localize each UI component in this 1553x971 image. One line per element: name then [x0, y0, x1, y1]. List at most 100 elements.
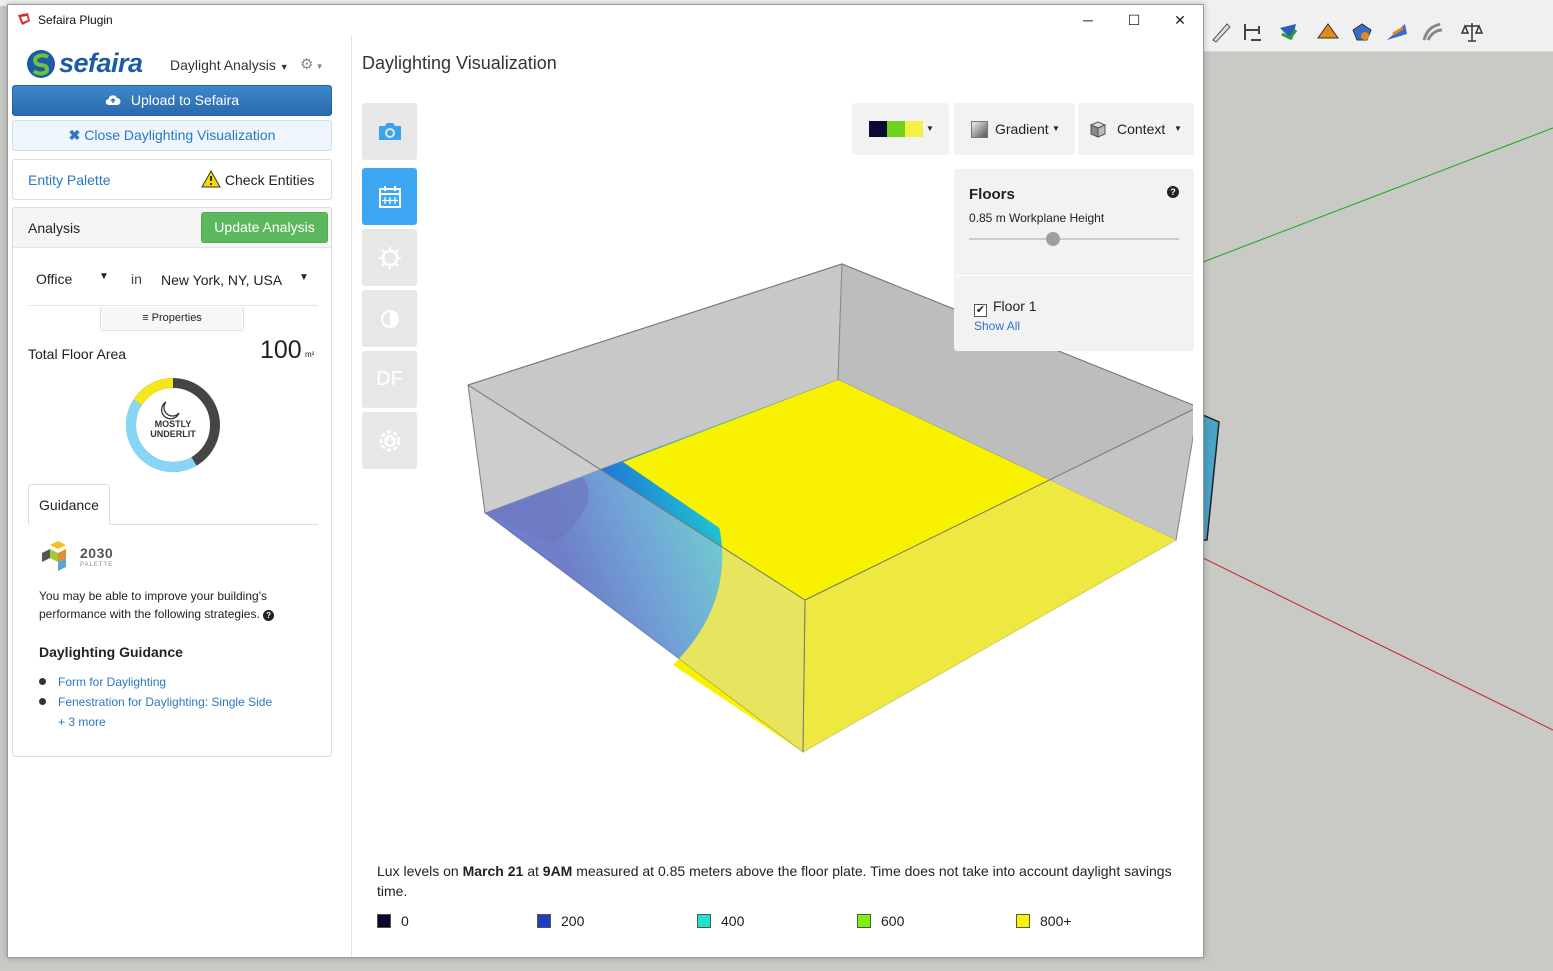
in-label: in — [131, 271, 142, 287]
gradient-dropdown[interactable]: Gradient ▼ — [954, 103, 1075, 155]
total-floor-area-label: Total Floor Area — [28, 346, 127, 362]
chevron-down-icon: ▼ — [313, 62, 324, 71]
calendar-icon — [379, 186, 401, 208]
legend-item-400: 400 — [697, 913, 744, 929]
context-dropdown[interactable]: Context ▼ — [1078, 103, 1194, 155]
floor-1-item[interactable]: ✔ Floor 1 — [974, 298, 1037, 317]
daylighting-guidance-title: Daylighting Guidance — [39, 644, 183, 660]
maximize-button[interactable]: ☐ — [1111, 5, 1157, 35]
2030-palette-logo: 2030 PALETTE — [40, 541, 120, 573]
color-scheme-dropdown[interactable]: ▼ — [852, 103, 949, 155]
more-guidance-link[interactable]: + 3 more — [58, 715, 106, 729]
daylight-status-donut: MOSTLY UNDERLIT — [123, 375, 223, 475]
properties-button[interactable]: ≡ Properties — [100, 307, 244, 331]
mode-dropdown[interactable]: Daylight Analysis ▼ — [170, 57, 289, 73]
visualization-panel: Daylighting Visualization DF ▼ Gradient … — [353, 35, 1203, 957]
help-icon[interactable]: ? — [1167, 186, 1179, 198]
close-button[interactable]: ✕ — [1157, 5, 1203, 35]
scale-balance-icon[interactable] — [1460, 20, 1484, 44]
palette-subtitle: PALETTE — [80, 562, 114, 568]
floors-panel: Floors ? 0.85 m Workplane Height ✔ Floor … — [954, 169, 1194, 351]
swatch-green — [887, 121, 905, 137]
sandbox-tool-icon[interactable] — [1316, 20, 1340, 44]
sefaira-logo-icon — [27, 50, 55, 78]
check-entities-button[interactable]: Check Entities — [201, 169, 315, 188]
guidance-link[interactable]: Fenestration for Daylighting: Single Sid… — [58, 695, 272, 709]
entity-palette-link[interactable]: Entity Palette — [28, 172, 111, 188]
close-x-icon: ✖ — [68, 127, 81, 143]
legend-swatch — [537, 914, 551, 928]
chevron-down-icon[interactable]: ▼ — [99, 271, 109, 282]
total-floor-area-value: 100 — [260, 336, 302, 364]
plugin-window: Sefaira Plugin ─ ☐ ✕ sefaira Daylight An… — [7, 4, 1204, 958]
analysis-card: Analysis Update Analysis Office ▼ in New… — [12, 207, 332, 757]
entity-row: Entity Palette Check Entities — [12, 159, 332, 200]
donut-status-line1: MOSTLY — [154, 419, 192, 429]
tab-guidance[interactable]: Guidance — [28, 484, 110, 525]
minimize-button[interactable]: ─ — [1065, 5, 1111, 35]
settings-dropdown[interactable]: ⚙ ▼ — [300, 55, 324, 73]
stamp-tool-icon[interactable] — [1385, 20, 1409, 44]
sketchup-viewport[interactable] — [1203, 52, 1553, 971]
legend-label: 400 — [721, 913, 745, 929]
followme-tool-icon[interactable] — [1276, 20, 1300, 44]
chevron-down-icon: ▼ — [1174, 124, 1182, 133]
gradient-icon — [971, 121, 988, 138]
date-button[interactable] — [362, 168, 417, 225]
bullet — [39, 698, 46, 705]
df-label: DF — [376, 368, 403, 390]
shapes-tool-icon[interactable] — [1350, 20, 1374, 44]
floor-1-checkbox[interactable]: ✔ — [974, 304, 987, 317]
guidance-list-item[interactable]: Fenestration for Daylighting: Single Sid… — [39, 695, 272, 709]
chevron-down-icon[interactable]: ▼ — [299, 272, 309, 283]
palette-cube-icon — [42, 541, 66, 571]
daylight-factor-button[interactable]: DF — [362, 351, 417, 408]
guidance-text: You may be able to improve your building… — [39, 587, 309, 623]
menu-lines-icon: ≡ — [142, 312, 149, 324]
sun-icon — [379, 247, 401, 269]
lux-caption-at: at — [523, 863, 543, 879]
dimension-tool-icon[interactable] — [1241, 20, 1265, 44]
location-select[interactable]: New York, NY, USA — [161, 272, 282, 288]
guidance-link[interactable]: Form for Daylighting — [58, 675, 166, 689]
upload-button[interactable]: Upload to Sefaira — [12, 85, 332, 116]
cloud-upload-icon — [105, 95, 121, 106]
update-analysis-button[interactable]: Update Analysis — [201, 212, 328, 243]
title-bar[interactable]: Sefaira Plugin ─ ☐ ✕ — [8, 5, 1203, 35]
export-button[interactable] — [362, 412, 417, 469]
lux-caption-pre: Lux levels on — [377, 863, 463, 879]
bullet — [39, 678, 46, 685]
guidance-text-body: You may be able to improve your building… — [39, 589, 267, 621]
donut-status-line2: UNDERLIT — [150, 429, 196, 439]
donut-status-label: MOSTLY UNDERLIT — [123, 419, 223, 439]
legend-swatch — [857, 914, 871, 928]
divider — [954, 275, 1194, 276]
context-label: Context — [1117, 121, 1166, 137]
total-floor-area-unit: m² — [305, 350, 315, 359]
lux-caption-time: 9AM — [542, 863, 573, 879]
guidance-list-item[interactable]: Form for Daylighting — [39, 675, 166, 689]
chevron-down-icon: ▼ — [926, 124, 934, 133]
warning-icon — [201, 169, 221, 188]
contrast-button[interactable] — [362, 290, 417, 347]
show-all-link[interactable]: Show All — [974, 319, 1020, 333]
check-entities-label: Check Entities — [224, 172, 315, 188]
workplane-height-slider[interactable] — [969, 238, 1179, 240]
camera-icon — [379, 123, 401, 140]
legend-swatch — [697, 914, 711, 928]
slider-handle[interactable] — [1046, 232, 1060, 246]
pencil-tool-icon[interactable] — [1209, 20, 1233, 44]
lux-caption-date: March 21 — [462, 863, 524, 879]
close-visualization-button[interactable]: ✖ Close Daylighting Visualization — [12, 120, 332, 151]
legend-label: 200 — [561, 913, 585, 929]
sun-button[interactable] — [362, 229, 417, 286]
building-type-select[interactable]: Office — [36, 271, 72, 287]
legend-swatch — [377, 914, 391, 928]
swatch-yellow — [905, 121, 923, 137]
help-icon[interactable]: ? — [263, 610, 275, 621]
legend-item-600: 600 — [857, 913, 904, 929]
screenshot-button[interactable] — [362, 103, 417, 160]
legend-swatch — [1016, 914, 1030, 928]
legend-item-200: 200 — [537, 913, 584, 929]
flip-tool-icon[interactable] — [1420, 20, 1444, 44]
